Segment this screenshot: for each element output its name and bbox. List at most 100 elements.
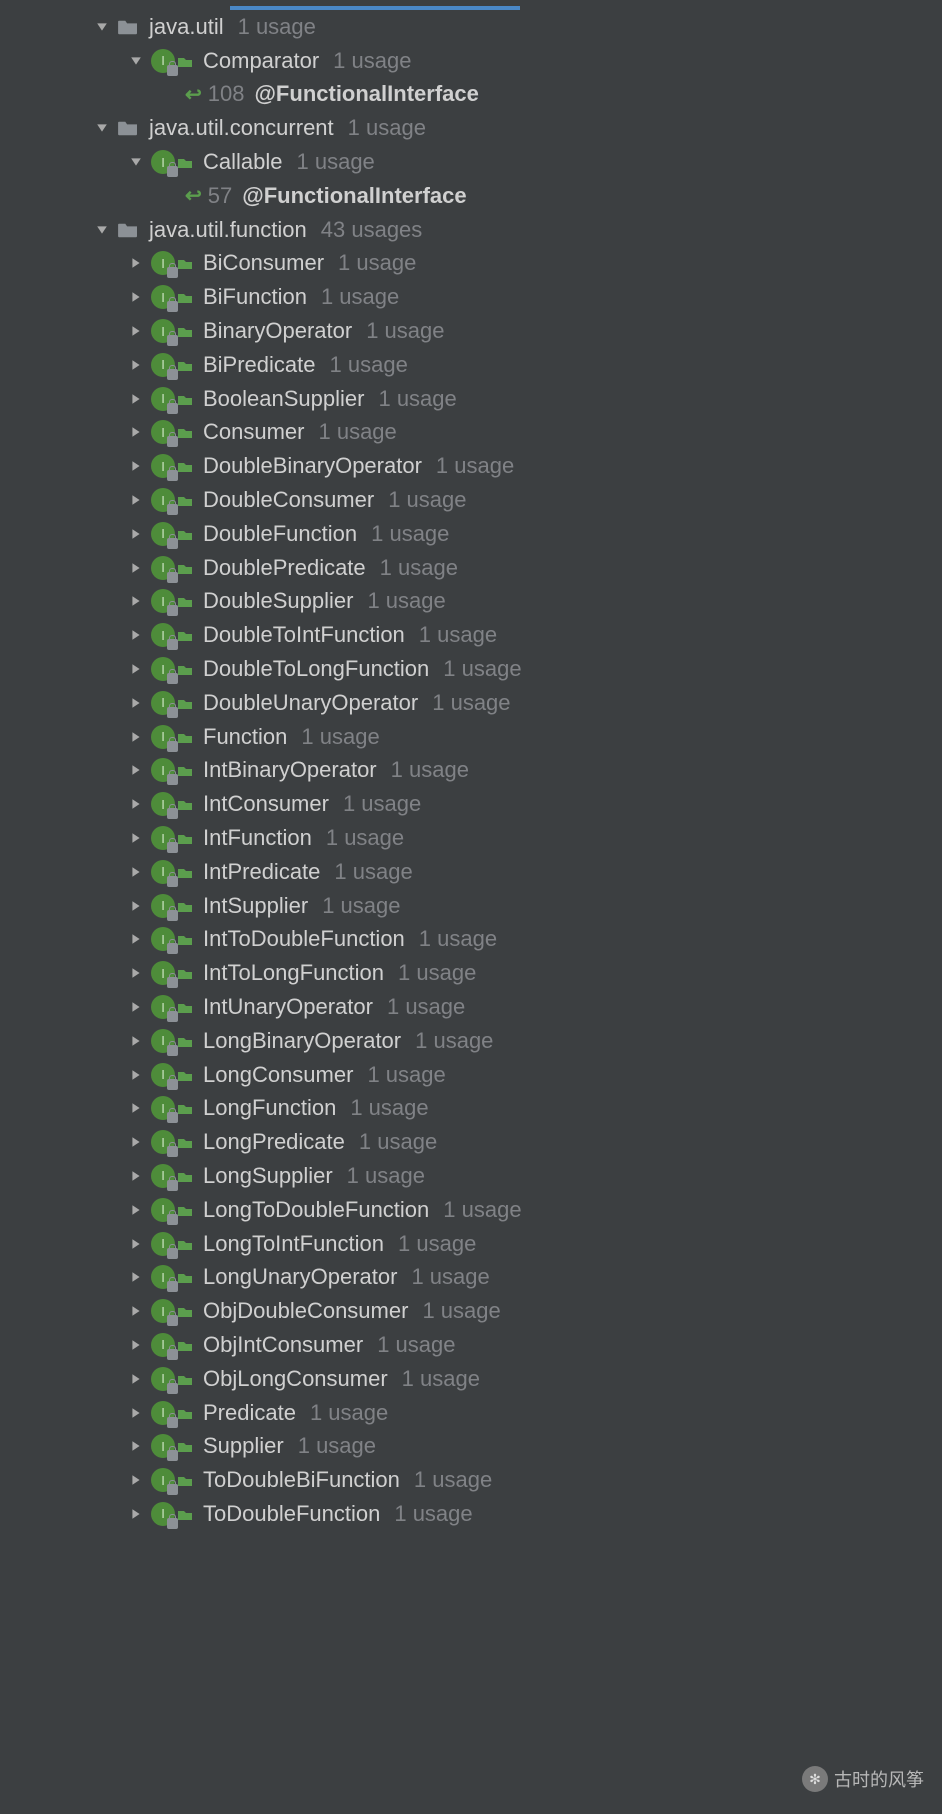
expand-arrow-icon[interactable] [95,20,109,34]
class-name: ObjLongConsumer [203,1366,388,1392]
class-row[interactable]: IObjLongConsumer1 usage [0,1362,942,1396]
class-row[interactable]: IDoublePredicate1 usage [0,551,942,585]
class-name: Comparator [203,48,319,74]
class-row[interactable]: ISupplier1 usage [0,1429,942,1463]
expand-arrow-icon[interactable] [129,1068,143,1082]
expand-arrow-icon[interactable] [129,1372,143,1386]
expand-arrow-icon[interactable] [129,831,143,845]
expand-arrow-icon[interactable] [129,1169,143,1183]
interface-icon: I [151,49,175,73]
usage-line-row[interactable]: ↩108@FunctionalInterface [0,78,942,112]
expand-arrow-icon[interactable] [129,1439,143,1453]
expand-arrow-icon[interactable] [129,54,143,68]
class-row[interactable]: IBiFunction1 usage [0,280,942,314]
expand-arrow-icon[interactable] [129,256,143,270]
interface-icon: I [151,522,175,546]
class-row[interactable]: IIntToLongFunction1 usage [0,956,942,990]
expand-arrow-icon[interactable] [129,358,143,372]
lock-badge-icon [167,943,178,954]
class-row[interactable]: IIntConsumer1 usage [0,787,942,821]
class-row[interactable]: ILongUnaryOperator1 usage [0,1260,942,1294]
class-row[interactable]: ILongConsumer1 usage [0,1058,942,1092]
class-row[interactable]: IToDoubleFunction1 usage [0,1497,942,1531]
class-row[interactable]: IToDoubleBiFunction1 usage [0,1463,942,1497]
class-row[interactable]: IComparator1 usage [0,44,942,78]
class-row[interactable]: IIntSupplier1 usage [0,889,942,923]
class-row[interactable]: IPredicate1 usage [0,1396,942,1430]
usage-line-row[interactable]: ↩57@FunctionalInterface [0,179,942,213]
expand-arrow-icon[interactable] [129,1270,143,1284]
expand-arrow-icon[interactable] [129,290,143,304]
expand-arrow-icon[interactable] [129,730,143,744]
expand-arrow-icon[interactable] [129,1507,143,1521]
package-row[interactable]: java.util.concurrent1 usage [0,111,942,145]
expand-arrow-icon[interactable] [95,223,109,237]
class-row[interactable]: IIntPredicate1 usage [0,855,942,889]
class-row[interactable]: IBiConsumer1 usage [0,247,942,281]
class-row[interactable]: IDoubleToIntFunction1 usage [0,618,942,652]
class-row[interactable]: IDoubleToLongFunction1 usage [0,652,942,686]
class-row[interactable]: ILongFunction1 usage [0,1092,942,1126]
class-row[interactable]: IObjIntConsumer1 usage [0,1328,942,1362]
expand-arrow-icon[interactable] [129,763,143,777]
expand-arrow-icon[interactable] [129,459,143,473]
package-row[interactable]: java.util.function43 usages [0,213,942,247]
expand-arrow-icon[interactable] [129,527,143,541]
expand-arrow-icon[interactable] [95,121,109,135]
expand-arrow-icon[interactable] [129,1406,143,1420]
expand-arrow-icon[interactable] [129,561,143,575]
class-row[interactable]: ILongBinaryOperator1 usage [0,1024,942,1058]
class-row[interactable]: ILongToDoubleFunction1 usage [0,1193,942,1227]
expand-arrow-icon[interactable] [129,1304,143,1318]
class-row[interactable]: IIntToDoubleFunction1 usage [0,923,942,957]
class-row[interactable]: IDoubleBinaryOperator1 usage [0,449,942,483]
expand-arrow-icon[interactable] [129,899,143,913]
expand-arrow-icon[interactable] [129,628,143,642]
class-name: DoubleBinaryOperator [203,453,422,479]
class-row[interactable]: IBinaryOperator1 usage [0,314,942,348]
class-name: IntUnaryOperator [203,994,373,1020]
class-row[interactable]: ILongSupplier1 usage [0,1159,942,1193]
expand-arrow-icon[interactable] [129,865,143,879]
class-row[interactable]: IDoubleUnaryOperator1 usage [0,686,942,720]
class-row[interactable]: IConsumer1 usage [0,416,942,450]
class-row[interactable]: IBiPredicate1 usage [0,348,942,382]
expand-arrow-icon[interactable] [129,425,143,439]
class-row[interactable]: IDoubleSupplier1 usage [0,585,942,619]
class-row[interactable]: IIntUnaryOperator1 usage [0,990,942,1024]
expand-arrow-icon[interactable] [129,594,143,608]
expand-arrow-icon[interactable] [129,324,143,338]
expand-arrow-icon[interactable] [129,1034,143,1048]
class-row[interactable]: IDoubleFunction1 usage [0,517,942,551]
class-row[interactable]: ILongPredicate1 usage [0,1125,942,1159]
class-row[interactable]: IFunction1 usage [0,720,942,754]
expand-arrow-icon[interactable] [129,1203,143,1217]
expand-arrow-icon[interactable] [129,392,143,406]
expand-arrow-icon[interactable] [129,1000,143,1014]
class-row[interactable]: IObjDoubleConsumer1 usage [0,1294,942,1328]
class-row[interactable]: IIntBinaryOperator1 usage [0,754,942,788]
class-row[interactable]: IDoubleConsumer1 usage [0,483,942,517]
interface-icon: I [151,657,175,681]
expand-arrow-icon[interactable] [129,1135,143,1149]
lock-badge-icon [167,639,178,650]
expand-arrow-icon[interactable] [129,966,143,980]
class-row[interactable]: IIntFunction1 usage [0,821,942,855]
annotation-text: @FunctionalInterface [242,183,466,209]
package-row[interactable]: java.util1 usage [0,10,942,44]
expand-arrow-icon[interactable] [129,696,143,710]
expand-arrow-icon[interactable] [129,1101,143,1115]
expand-arrow-icon[interactable] [129,1338,143,1352]
expand-arrow-icon[interactable] [129,932,143,946]
expand-arrow-icon[interactable] [129,662,143,676]
class-row[interactable]: ILongToIntFunction1 usage [0,1227,942,1261]
interface-icon: I [151,860,175,884]
class-row[interactable]: IBooleanSupplier1 usage [0,382,942,416]
class-row[interactable]: ICallable1 usage [0,145,942,179]
source-folder-icon [177,763,193,777]
expand-arrow-icon[interactable] [129,1473,143,1487]
expand-arrow-icon[interactable] [129,1237,143,1251]
expand-arrow-icon[interactable] [129,155,143,169]
expand-arrow-icon[interactable] [129,493,143,507]
expand-arrow-icon[interactable] [129,797,143,811]
